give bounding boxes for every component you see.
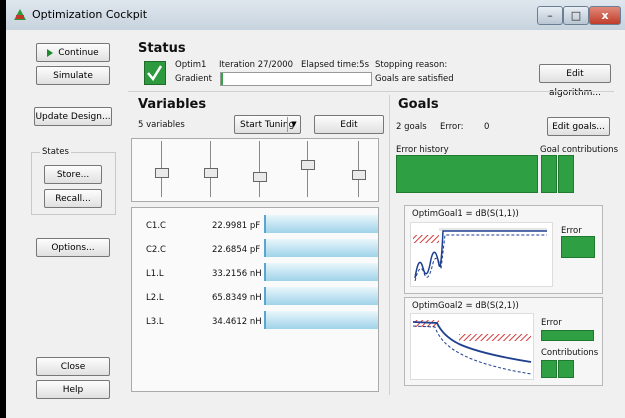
optimizer-name: Optim1 [175,60,207,70]
slider-thumb-l3[interactable] [352,170,366,180]
update-design-button[interactable]: Update Design... [34,107,112,126]
goal-contribution-bar-1 [541,155,557,193]
goal2-title: OptimGoal2 = dB(S(2,1)) [412,301,519,311]
continue-button[interactable]: Continue [36,43,110,62]
variable-value: 22.9981 pF [212,221,261,231]
variable-value: 34.4612 nH [212,317,262,327]
minimize-button[interactable]: – [537,6,563,25]
goals-heading: Goals [398,97,439,112]
variable-bar [264,311,378,329]
tuning-sliders-panel [131,138,379,202]
variable-name: L2.L [146,293,164,303]
variable-value: 33.2156 nH [212,269,262,279]
continue-label: Continue [58,48,99,58]
edit-algorithm-button[interactable]: Edit algorithm... [539,64,611,98]
window-title: Optimization Cockpit [32,8,148,21]
goal2-contribution-bar-1 [541,360,557,378]
variables-goals-divider [389,95,390,395]
goal2-contributions-label: Contributions [541,348,599,358]
checkmark-icon [147,65,163,82]
goal1-plot [410,222,553,287]
iteration-count: Iteration 27/2000 [219,60,294,70]
goal2-curve [412,320,532,375]
options-button[interactable]: Options... [36,238,110,257]
slider-thumb-c1[interactable] [155,168,169,178]
stopping-reason-value: Goals are satisfied [375,74,454,84]
variable-bar [264,287,378,305]
goal1-title: OptimGoal1 = dB(S(1,1)) [412,209,519,219]
goals-error-label: Error: [440,122,464,132]
goal1-error-label: Error [561,226,582,236]
edit-variables-button[interactable]: Edit variables... [314,115,384,149]
states-label: States [40,147,71,157]
title-bar[interactable]: Optimization Cockpit – □ x [6,0,625,30]
goal2-error-bar [541,330,594,341]
close-window-button[interactable]: x [589,6,621,25]
play-icon [47,48,54,57]
maximize-button[interactable]: □ [563,6,589,25]
variable-bar [264,215,378,233]
variables-heading: Variables [138,97,207,112]
status-heading: Status [138,41,186,56]
cockpit-app-icon [14,9,26,20]
goals-error-value: 0 [484,122,490,132]
chevron-down-icon: ▼ [287,117,300,132]
start-tuning-dropdown[interactable]: Start Tuning ▼ [234,115,301,134]
edit-goals-button[interactable]: Edit goals... [547,117,610,136]
variable-bar [264,263,378,281]
stopping-reason-label: Stopping reason: [375,60,448,70]
variable-name: L1.L [146,269,164,279]
elapsed-time: Elapsed time:5s [301,60,369,70]
progress-fill [221,73,223,85]
goal-contributions-label: Goal contributions [540,145,619,155]
slider-track-3 [259,141,260,197]
goal2-plot [410,313,534,380]
optimizer-status-icon [144,61,166,85]
recall-button[interactable]: Recall... [44,189,102,208]
variable-value: 22.6854 pF [212,245,261,255]
slider-thumb-l2[interactable] [301,160,315,170]
close-button[interactable]: Close [36,357,110,376]
store-button[interactable]: Store... [44,165,102,184]
goal-contribution-bar-2 [558,155,574,193]
help-button[interactable]: Help [36,380,110,399]
progress-bar [220,72,372,86]
variables-count: 5 variables [138,120,185,130]
variable-name: C2.C [146,245,166,255]
error-history-chart [396,155,538,193]
error-history-label: Error history [396,145,449,155]
goal2-error-label: Error [541,318,562,328]
optimizer-method: Gradient [175,74,212,84]
simulate-button[interactable]: Simulate [36,66,110,85]
slider-track-5 [358,141,359,197]
variable-name: L3.L [146,317,164,327]
variable-name: C1.C [146,221,166,231]
variable-value: 65.8349 nH [212,293,262,303]
goals-count: 2 goals [396,122,427,132]
goal2-contribution-bar-2 [558,360,574,378]
goal1-curve [413,228,547,282]
goal1-error-bar [561,236,595,258]
slider-thumb-c2[interactable] [204,168,218,178]
variable-bar [264,239,378,257]
status-divider [128,91,614,92]
slider-thumb-l1[interactable] [253,172,267,182]
